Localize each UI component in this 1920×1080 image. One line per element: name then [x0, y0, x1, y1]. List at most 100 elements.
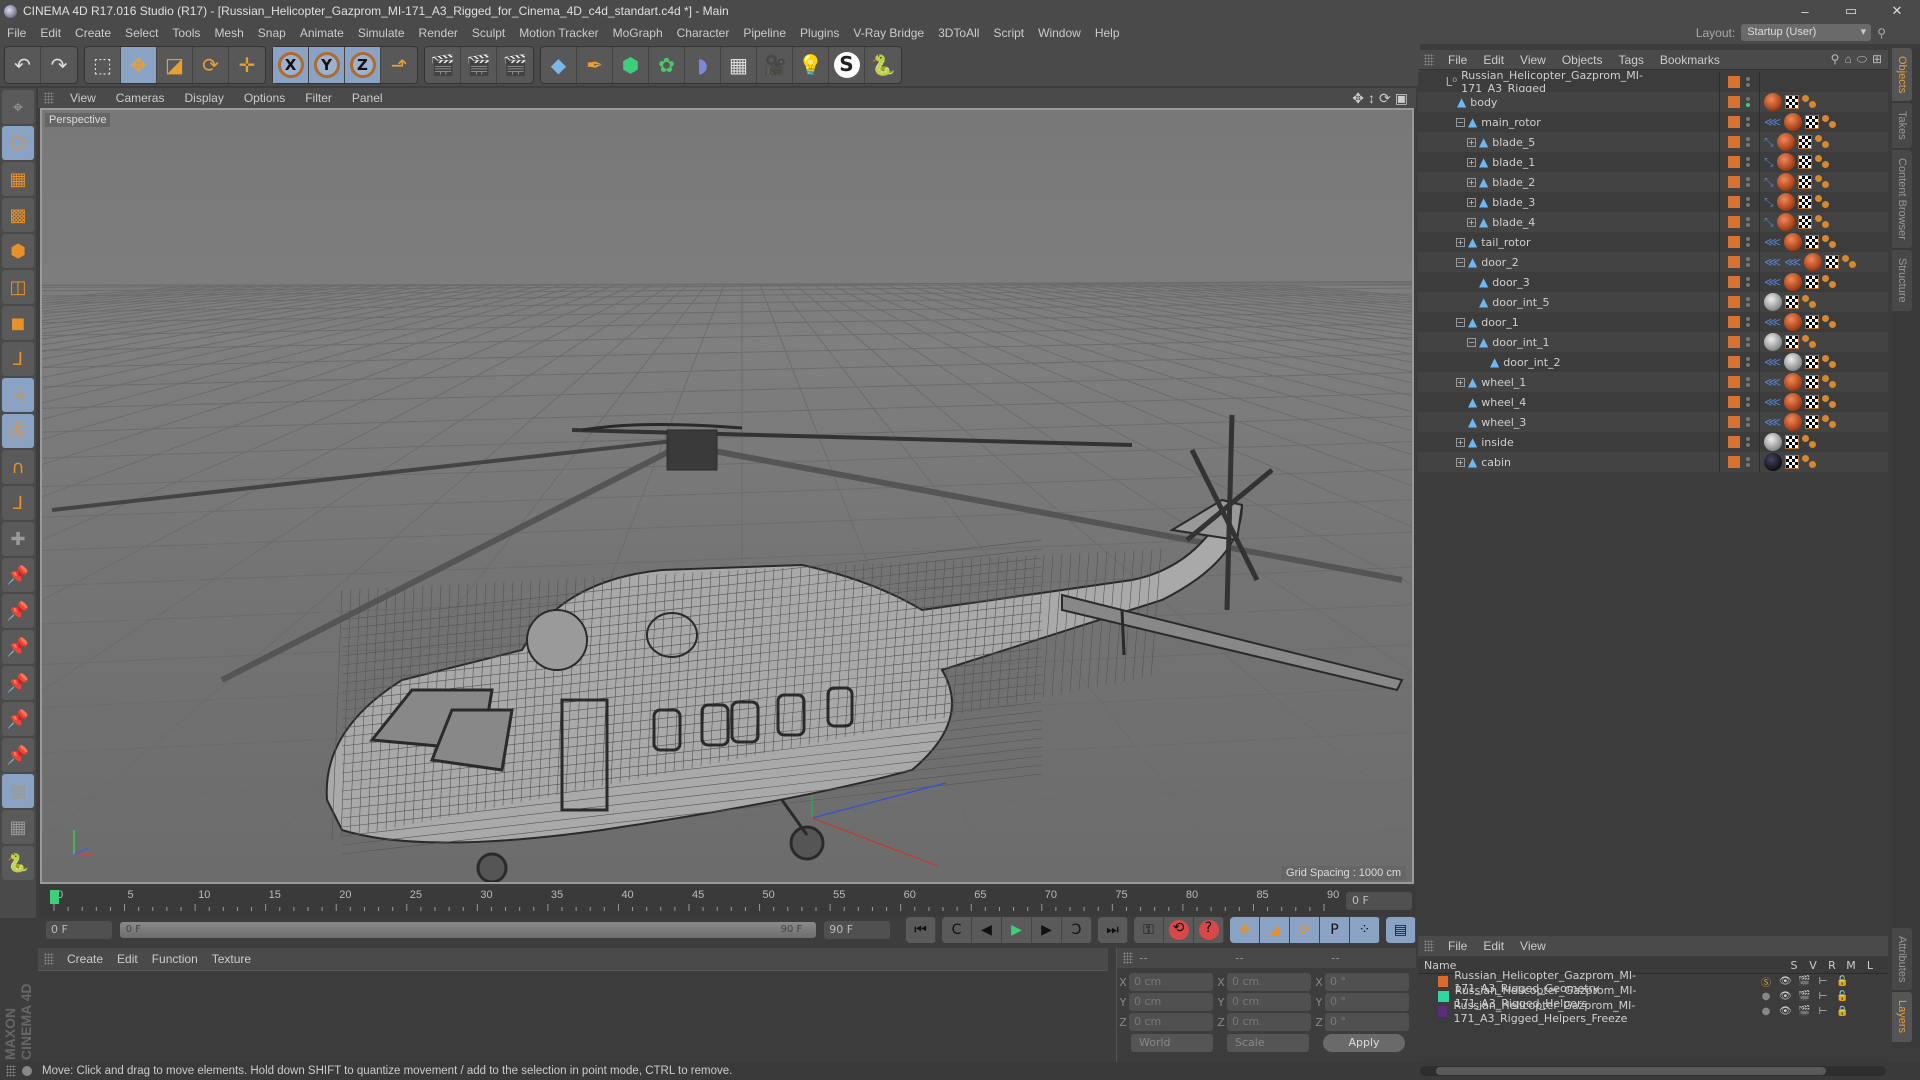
- texture-tag-icon[interactable]: [1805, 235, 1820, 249]
- layer-color-swatch[interactable]: [1728, 156, 1740, 168]
- panel-grip-icon[interactable]: [1123, 952, 1133, 964]
- layer-color-swatch[interactable]: [1728, 456, 1740, 468]
- material-tag-icon[interactable]: [1764, 93, 1782, 111]
- light-button[interactable]: 💡: [793, 47, 829, 83]
- object-name[interactable]: door_3: [1492, 276, 1529, 289]
- texture-tag-icon[interactable]: [1785, 435, 1799, 449]
- key-help-button[interactable]: ?: [1194, 917, 1224, 943]
- ik-tag-icon[interactable]: ⋘: [1764, 275, 1781, 289]
- object-name[interactable]: blade_2: [1492, 176, 1535, 189]
- visibility-dots[interactable]: [1746, 117, 1750, 127]
- selection-tag-icon[interactable]: [1814, 175, 1831, 189]
- layer-color-swatch[interactable]: [1438, 1006, 1448, 1017]
- collapse-icon[interactable]: −: [1456, 317, 1465, 327]
- selection-tag-icon[interactable]: [1822, 355, 1838, 369]
- ik-tag-icon[interactable]: ⋘: [1764, 315, 1781, 329]
- size-x-field[interactable]: 0 cm: [1227, 973, 1311, 991]
- visible-toggle-icon[interactable]: 👁: [1779, 1006, 1792, 1017]
- object-menu-view[interactable]: View: [1512, 53, 1554, 67]
- polygons-mode-button[interactable]: ◼: [2, 306, 34, 340]
- deformer-button[interactable]: ◗: [685, 47, 721, 83]
- selection-tag-icon[interactable]: [1822, 415, 1838, 429]
- object-name[interactable]: tail_rotor: [1481, 236, 1530, 249]
- viewport-menu-display[interactable]: Display: [174, 91, 233, 105]
- solo-button[interactable]: Ⓢ: [2, 414, 34, 448]
- pos-z-field[interactable]: 0 cm: [1129, 1013, 1213, 1031]
- close-button[interactable]: ✕: [1874, 0, 1920, 22]
- material-tag-icon[interactable]: [1776, 153, 1795, 171]
- visibility-dots[interactable]: [1746, 457, 1750, 467]
- texture-tag-icon[interactable]: [1805, 375, 1820, 389]
- selection-tag-icon[interactable]: [1814, 155, 1831, 169]
- next-frame-button[interactable]: ▶: [1032, 917, 1062, 943]
- ik-tag-icon[interactable]: ⋘: [1784, 255, 1801, 269]
- menu-snap[interactable]: Snap: [251, 26, 293, 40]
- object-name[interactable]: blade_4: [1492, 216, 1535, 229]
- render-toggle-icon[interactable]: 🎬: [1798, 1006, 1810, 1017]
- material-tag-icon[interactable]: [1764, 333, 1782, 351]
- minimize-button[interactable]: –: [1782, 0, 1828, 22]
- subdivision-button[interactable]: ⬢: [613, 47, 649, 83]
- object-row-main-rotor[interactable]: − ▲ main_rotor ⋘: [1418, 112, 1888, 132]
- model-mode-button[interactable]: ⌖: [2, 90, 34, 124]
- go-to-end-button[interactable]: ⏭: [1098, 917, 1128, 943]
- ik-tag-icon[interactable]: ⋘: [1764, 415, 1781, 429]
- menu-select[interactable]: Select: [118, 26, 165, 40]
- edges-mode-button[interactable]: ◫: [2, 270, 34, 304]
- next-key-button[interactable]: Ↄ: [1062, 917, 1092, 943]
- visibility-dots[interactable]: [1746, 257, 1750, 267]
- coordinate-mode-dropdown[interactable]: Scale: [1227, 1034, 1309, 1052]
- object-row-door-int-5[interactable]: ▲ door_int_5: [1418, 292, 1888, 312]
- viewport-toggle-layout-icon[interactable]: ▣: [1395, 90, 1408, 107]
- viewport-dolly-icon[interactable]: ↕: [1368, 90, 1375, 107]
- object-name[interactable]: main_rotor: [1481, 116, 1541, 129]
- material-tag-icon[interactable]: [1776, 133, 1795, 151]
- search-icon[interactable]: ⚲: [1831, 52, 1840, 67]
- texture-mode-button[interactable]: ▦: [2, 162, 34, 196]
- texture-tag-icon[interactable]: [1785, 95, 1799, 109]
- solo-toggle-icon[interactable]: Ⓢ: [1760, 974, 1772, 989]
- texture-tag-icon[interactable]: [1825, 255, 1840, 269]
- workplane-rotate-button[interactable]: ▦: [2, 810, 34, 844]
- expand-icon[interactable]: +: [1456, 457, 1465, 467]
- material-tag-icon[interactable]: [1784, 233, 1803, 251]
- texture-tag-icon[interactable]: [1797, 195, 1812, 209]
- selection-tag-icon[interactable]: [1842, 255, 1858, 269]
- object-name[interactable]: body: [1470, 96, 1497, 109]
- rotate-button[interactable]: ⟳: [193, 47, 229, 83]
- visibility-dots[interactable]: [1746, 237, 1750, 247]
- visibility-dots[interactable]: [1746, 397, 1750, 407]
- rot-z-field[interactable]: 0 °: [1325, 1013, 1409, 1031]
- menu-file[interactable]: File: [0, 26, 33, 40]
- object-mode-button[interactable]: ⬡: [2, 126, 34, 160]
- object-name[interactable]: door_2: [1481, 256, 1518, 269]
- panel-grip-icon[interactable]: [44, 92, 54, 104]
- object-row-blade-1[interactable]: + ▲ blade_1 ⤡: [1418, 152, 1888, 172]
- column-render[interactable]: R: [1826, 959, 1838, 972]
- menu-edit[interactable]: Edit: [33, 26, 68, 40]
- menu-window[interactable]: Window: [1031, 26, 1088, 40]
- collapse-icon[interactable]: −: [1456, 117, 1465, 127]
- layer-color-swatch[interactable]: [1728, 176, 1740, 188]
- selection-tag-icon[interactable]: [1814, 135, 1831, 149]
- material-tag-icon[interactable]: [1764, 293, 1782, 311]
- object-name[interactable]: door_int_5: [1492, 296, 1549, 309]
- material-tag-icon[interactable]: [1776, 213, 1795, 231]
- layer-color-swatch[interactable]: [1728, 336, 1740, 348]
- selection-tag-icon[interactable]: [1822, 315, 1838, 329]
- timeline-playhead[interactable]: [50, 890, 59, 904]
- selection-tag-icon[interactable]: [1822, 375, 1838, 389]
- panel-grip-icon[interactable]: [1424, 53, 1434, 66]
- cube-button[interactable]: ◆: [541, 47, 577, 83]
- layer-menu-edit[interactable]: Edit: [1475, 939, 1512, 953]
- viewport-orbit-icon[interactable]: ⟳: [1379, 90, 1391, 107]
- lock-open-icon[interactable]: 🔓: [1836, 976, 1848, 987]
- tab-takes[interactable]: Takes: [1892, 103, 1912, 149]
- layer-color-swatch[interactable]: [1728, 196, 1740, 208]
- object-name[interactable]: wheel_4: [1481, 396, 1526, 409]
- menu-simulate[interactable]: Simulate: [351, 26, 412, 40]
- render-toggle-icon[interactable]: 🎬: [1798, 991, 1810, 1002]
- timeline-icon-button[interactable]: ▤: [1386, 917, 1416, 943]
- column-visible[interactable]: V: [1807, 959, 1819, 972]
- live-selection-button[interactable]: ⬚: [85, 47, 121, 83]
